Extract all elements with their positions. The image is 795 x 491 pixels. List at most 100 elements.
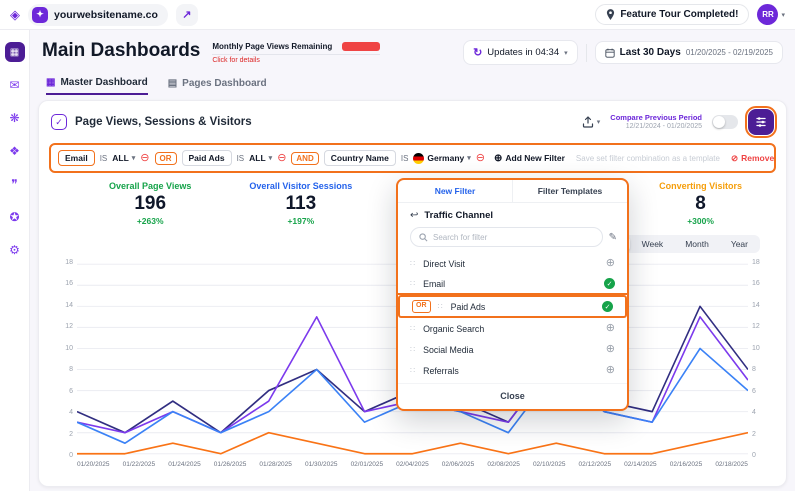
check-circle-icon[interactable]: ✓ [602,301,613,312]
sidebar-item-mail[interactable]: ✉ [5,75,25,95]
card-title: Page Views, Sessions & Visitors [75,116,252,128]
granularity-year[interactable]: Year [721,237,758,251]
sidebar-item-campaigns[interactable]: ❋ [5,108,25,128]
granularity-week[interactable]: Week [632,237,674,251]
gear-icon: ⚙ [9,243,20,257]
remove-filter-icon[interactable]: ⊖ [277,153,286,164]
updates-dropdown[interactable]: ↻ Updates in 04:34 ▾ [463,40,578,65]
y-axis-right: 181614121086420 [748,259,774,459]
header-controls: ↻ Updates in 04:34 ▾ Last 30 Days 01/20/… [463,40,783,65]
filters-button[interactable] [748,109,774,135]
check-glyph: ✓ [605,303,611,311]
filter-field-paid-ads[interactable]: Paid Ads [182,150,232,166]
monthly-views-label: Monthly Page Views Remaining [212,42,332,51]
popup-tab-new-filter[interactable]: New Filter [398,180,512,202]
dashboard-tabs: ▦ Master Dashboard ▤ Pages Dashboard [30,65,795,95]
add-filter-label: Add New Filter [505,153,565,163]
checkbox-icon[interactable]: ✓ [51,114,67,130]
edit-icon[interactable]: ✎ [609,232,617,243]
open-site-button[interactable]: ↗ [176,4,198,26]
drag-handle-icon[interactable]: ∷ [410,324,416,333]
back-icon[interactable]: ↩ [410,210,418,221]
granularity-month[interactable]: Month [675,237,719,251]
drag-handle-icon[interactable]: ∷ [410,366,416,375]
external-link-icon: ↗ [182,9,191,21]
search-input[interactable] [433,233,594,242]
sidebar-item-security[interactable]: ✪ [5,207,25,227]
filter-value-dropdown[interactable]: Germany▾ [413,153,470,164]
drag-handle-icon[interactable]: ∷ [438,302,444,311]
item-label: Social Media [423,345,473,355]
remove-filter-icon[interactable]: ⊖ [476,153,485,164]
stat-value: 196 [109,192,191,216]
chevron-down-icon: ▾ [132,154,136,162]
search-box[interactable] [410,227,603,247]
filter-value: ALL [249,153,266,163]
or-badge: OR [412,300,431,313]
sidebar-item-chat[interactable]: ❞ [5,174,25,194]
popup-tab-filter-templates[interactable]: Filter Templates [512,180,627,202]
popup-title: Traffic Channel [424,210,493,221]
chevron-down-icon: ▾ [269,154,273,162]
export-button[interactable]: ▾ [582,116,601,128]
add-new-filter-button[interactable]: ⊕Add New Filter [494,153,565,164]
join-and-badge[interactable]: AND [291,152,318,165]
app-logo-icon[interactable]: ◈ [10,7,20,23]
site-selector[interactable]: ✦ yourwebsitename.co [28,4,168,26]
account-menu[interactable]: RR ▾ [757,4,785,25]
add-circle-icon[interactable]: ⊕ [606,258,615,269]
remove-all-filters-button[interactable]: ⊘Remove All Filters [731,153,776,164]
page-icon: ▤ [168,78,177,89]
filter-operator: IS [401,154,409,163]
sidebar-item-dashboard[interactable]: ▦ [5,42,25,62]
item-label: Organic Search [423,324,484,334]
sidebar-item-integrations[interactable]: ❖ [5,141,25,161]
filter-bar: Email IS ALL▾ ⊖ OR Paid Ads IS ALL▾ ⊖ AN… [49,143,776,173]
click-for-details-link[interactable]: Click for details [212,57,380,64]
drag-handle-icon[interactable]: ∷ [410,259,416,268]
page-title: Main Dashboards [42,40,200,62]
slash-circle-icon: ⊘ [731,153,738,164]
stat-overall-page-views: Overall Page Views 196 +263% [109,181,191,227]
list-item-social-media[interactable]: ∷ Social Media ⊕ [398,339,627,360]
tab-master-dashboard[interactable]: ▦ Master Dashboard [46,77,148,95]
tab-pages-dashboard[interactable]: ▤ Pages Dashboard [168,77,267,95]
chat-icon: ❞ [11,177,17,191]
filter-field-email[interactable]: Email [58,150,95,166]
drag-handle-icon[interactable]: ∷ [410,279,416,288]
check-circle-icon[interactable]: ✓ [604,278,615,289]
list-item-email[interactable]: ∷ Email ✓ [398,274,627,295]
location-pin-icon [606,9,615,20]
filter-value-dropdown[interactable]: ALL▾ [112,153,135,163]
close-button[interactable]: Close [398,383,627,409]
list-item-paid-ads[interactable]: OR ∷ Paid Ads ✓ [398,295,627,318]
add-circle-icon[interactable]: ⊕ [606,365,615,376]
tab-label: Master Dashboard [60,77,147,88]
stat-label: Converting Visitors [659,181,742,192]
range-label: Last 30 Days [620,47,681,58]
page-views-remaining-bar [342,42,380,51]
drag-handle-icon[interactable]: ∷ [410,345,416,354]
feature-tour-button[interactable]: Feature Tour Completed! [595,4,749,25]
list-item-organic-search[interactable]: ∷ Organic Search ⊕ [398,318,627,339]
dashboard-icon: ▦ [10,47,19,58]
monthly-page-views: Monthly Page Views Remaining Click for d… [212,42,380,64]
sidebar-item-settings[interactable]: ⚙ [5,240,25,260]
filter-popup: New Filter Filter Templates ↩ Traffic Ch… [396,178,629,411]
list-item-direct-visit[interactable]: ∷ Direct Visit ⊕ [398,253,627,274]
updates-label: Updates in 04:34 [487,47,559,58]
stat-value: 113 [249,192,352,216]
germany-flag-icon [413,153,424,164]
filter-operator: IS [237,154,245,163]
card-header-controls: ▾ Compare Previous Period 12/21/2024 - 0… [582,109,774,135]
list-item-referrals[interactable]: ∷ Referrals ⊕ [398,360,627,381]
compare-toggle[interactable] [712,115,738,129]
add-circle-icon[interactable]: ⊕ [606,344,615,355]
add-circle-icon[interactable]: ⊕ [606,323,615,334]
remove-filter-icon[interactable]: ⊖ [140,153,149,164]
filter-field-country[interactable]: Country Name [324,150,396,166]
site-name: yourwebsitename.co [54,9,158,21]
filter-value-dropdown[interactable]: ALL▾ [249,153,272,163]
date-range-picker[interactable]: Last 30 Days 01/20/2025 - 02/19/2025 [595,41,783,64]
join-or-badge[interactable]: OR [155,152,177,165]
